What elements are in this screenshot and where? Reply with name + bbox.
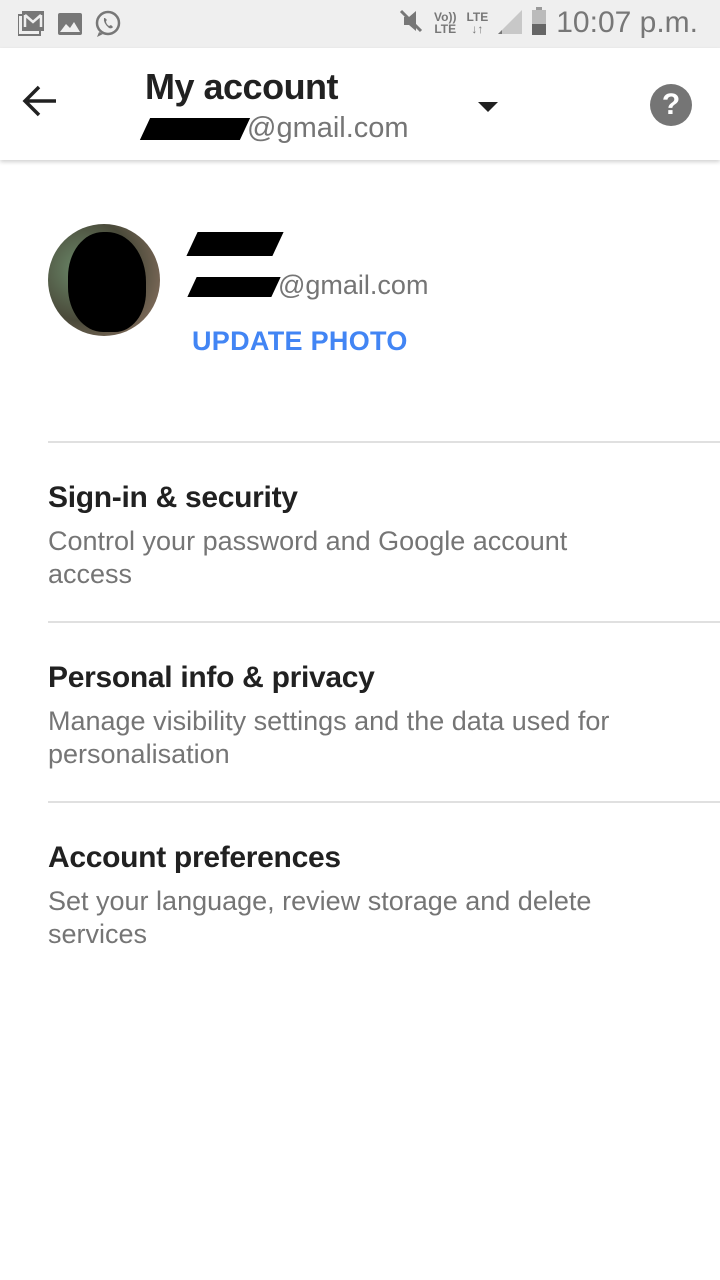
menu-item-description: Set your language, review storage and de… — [48, 886, 592, 949]
page-title: My account — [145, 66, 339, 107]
menu-item-title: Account preferences — [48, 841, 341, 874]
menu-item-personal-info-privacy[interactable]: Personal info & privacy Manage visibilit… — [0, 623, 720, 801]
menu-item-sign-in-security[interactable]: Sign-in & security Control your password… — [0, 443, 720, 621]
volte-icon: Vo)) LTE — [434, 11, 456, 35]
help-button[interactable]: ? — [650, 84, 692, 126]
signal-icon — [498, 8, 523, 39]
chevron-down-icon — [478, 102, 498, 112]
data-arrows: ↓↑ — [471, 22, 484, 36]
menu-item-account-preferences[interactable]: Account preferences Set your language, r… — [0, 803, 720, 981]
redacted-username — [187, 276, 281, 297]
lte-data-icon: LTE ↓↑ — [466, 11, 488, 35]
gallery-icon — [56, 10, 84, 38]
profile-email: @gmail.com — [187, 270, 429, 301]
update-photo-button[interactable]: UPDATE PHOTO — [192, 326, 408, 357]
profile-name — [186, 232, 284, 260]
menu-item-description: Manage visibility settings and the data … — [48, 706, 610, 769]
back-button[interactable] — [22, 84, 70, 124]
volte-lte-label: LTE — [434, 22, 457, 36]
redacted-face — [68, 232, 146, 332]
mute-icon — [398, 8, 424, 39]
menu-item-title: Personal info & privacy — [48, 661, 375, 694]
menu-item-description: Control your password and Google account… — [48, 526, 568, 589]
battery-icon — [532, 6, 547, 40]
redacted-name — [186, 232, 284, 256]
app-bar: My account @gmail.com ? — [0, 48, 720, 160]
profile-section: @gmail.com UPDATE PHOTO — [0, 160, 720, 442]
profile-email-domain: @gmail.com — [278, 270, 429, 300]
account-switcher-dropdown[interactable] — [474, 96, 502, 116]
whatsapp-icon — [94, 10, 122, 38]
avatar[interactable] — [48, 224, 160, 336]
redacted-username — [139, 118, 251, 141]
gmail-icon — [18, 10, 46, 38]
menu-item-title: Sign-in & security — [48, 481, 298, 514]
clock: 10:07 p.m. — [556, 6, 698, 39]
status-bar: Vo)) LTE LTE ↓↑ 10:07 p.m. — [0, 0, 720, 48]
account-email-domain: @gmail.com — [247, 112, 409, 144]
account-email[interactable]: @gmail.com — [139, 112, 409, 145]
arrow-back-icon — [22, 85, 56, 117]
